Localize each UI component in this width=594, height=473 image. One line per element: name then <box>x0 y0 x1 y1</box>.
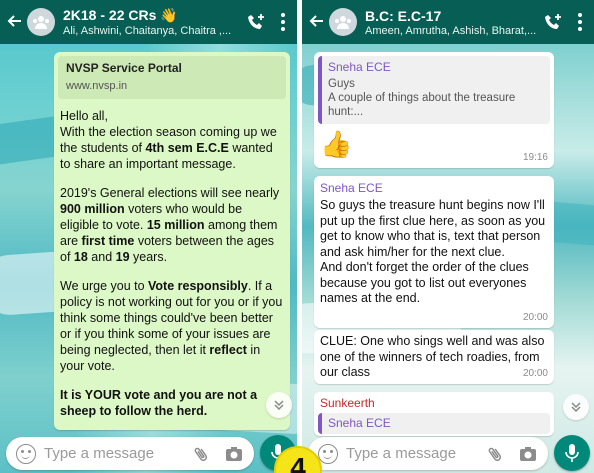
quote-text: Guys A couple of things about the treasu… <box>328 78 516 118</box>
message-time: 20:00 <box>522 368 548 379</box>
right-chat-screen: B.C: E.C-17 Ameen, Amrutha, Ashish, Bhar… <box>302 0 594 473</box>
mic-button[interactable] <box>554 435 590 471</box>
chat-header: 2K18 - 22 CRs 👋 Ali, Ashwini, Chaitanya,… <box>0 0 297 44</box>
scroll-down-icon[interactable] <box>266 392 292 418</box>
message-input-pill[interactable] <box>6 437 254 470</box>
group-members: Ameen, Amrutha, Ashish, Bharat,... <box>365 24 537 37</box>
thumbs-up-emoji: 👍 <box>320 129 353 159</box>
message-compose-bar <box>0 435 297 473</box>
mic-icon <box>565 444 579 462</box>
quote-author: Sneha ECE <box>328 60 391 74</box>
chat-title-block[interactable]: 2K18 - 22 CRs 👋 Ali, Ashwini, Chaitanya,… <box>63 7 245 37</box>
message-bubble[interactable]: CLUE: One who sings well and was also on… <box>314 330 554 384</box>
camera-icon[interactable] <box>224 446 244 462</box>
add-call-icon[interactable] <box>245 13 267 31</box>
attach-icon[interactable] <box>486 445 504 463</box>
message-time: 20:00 <box>522 312 548 323</box>
message-bubble[interactable]: Sunkeerth Sneha ECE <box>314 392 554 436</box>
camera-icon[interactable] <box>518 446 538 462</box>
link-preview-title: NVSP Service Portal <box>66 61 182 75</box>
message-input-pill[interactable] <box>308 437 548 470</box>
panel-divider <box>297 0 302 473</box>
link-preview-url[interactable]: www.nvsp.in <box>66 79 278 94</box>
quoted-message[interactable]: Sneha ECE <box>318 413 550 434</box>
add-call-icon[interactable] <box>542 13 564 31</box>
chat-title-block[interactable]: B.C: E.C-17 Ameen, Amrutha, Ashish, Bhar… <box>365 8 542 37</box>
link-preview[interactable]: NVSP Service Portal www.nvsp.in <box>58 56 286 99</box>
message-bubble[interactable]: Sneha ECE So guys the treasure hunt begi… <box>314 176 554 328</box>
message-compose-bar <box>302 435 594 473</box>
group-name: B.C: E.C-17 <box>365 7 442 24</box>
more-options-icon[interactable] <box>574 13 586 31</box>
message-text: Hello all, With the election season comin… <box>60 109 283 418</box>
quote-author: Sneha ECE <box>328 416 391 430</box>
emoji-icon[interactable] <box>318 443 338 464</box>
link-message-bubble[interactable]: NVSP Service Portal www.nvsp.in Hello al… <box>54 52 290 430</box>
left-chat-screen: 2K18 - 22 CRs 👋 Ali, Ashwini, Chaitanya,… <box>0 0 297 473</box>
message-input[interactable] <box>346 445 486 462</box>
group-avatar-icon[interactable] <box>27 8 55 36</box>
reply-message-bubble[interactable]: Sneha ECE Guys A couple of things about … <box>314 52 554 168</box>
back-arrow-icon[interactable] <box>6 13 24 32</box>
message-input[interactable] <box>44 445 192 462</box>
more-options-icon[interactable] <box>277 13 289 31</box>
sender-name[interactable]: Sunkeerth <box>320 396 548 411</box>
wave-emoji: 👋 <box>160 7 178 23</box>
sender-name[interactable]: Sneha ECE <box>320 181 548 196</box>
group-members: Ali, Ashwini, Chaitanya, Chaitra ,... <box>63 25 232 37</box>
message-text: So guys the treasure hunt begins now I'l… <box>320 198 546 305</box>
quoted-message[interactable]: Sneha ECE Guys A couple of things about … <box>318 56 550 124</box>
attach-icon[interactable] <box>192 445 210 463</box>
scroll-down-icon[interactable] <box>563 394 589 420</box>
back-arrow-icon[interactable] <box>308 13 326 32</box>
chat-header: B.C: E.C-17 Ameen, Amrutha, Ashish, Bhar… <box>302 0 594 44</box>
group-avatar-icon[interactable] <box>329 8 357 36</box>
group-name: 2K18 - 22 CRs 👋 <box>63 7 178 23</box>
message-text: CLUE: One who sings well and was also on… <box>320 334 545 379</box>
message-time: 19:16 <box>522 152 548 163</box>
emoji-icon[interactable] <box>16 443 36 464</box>
